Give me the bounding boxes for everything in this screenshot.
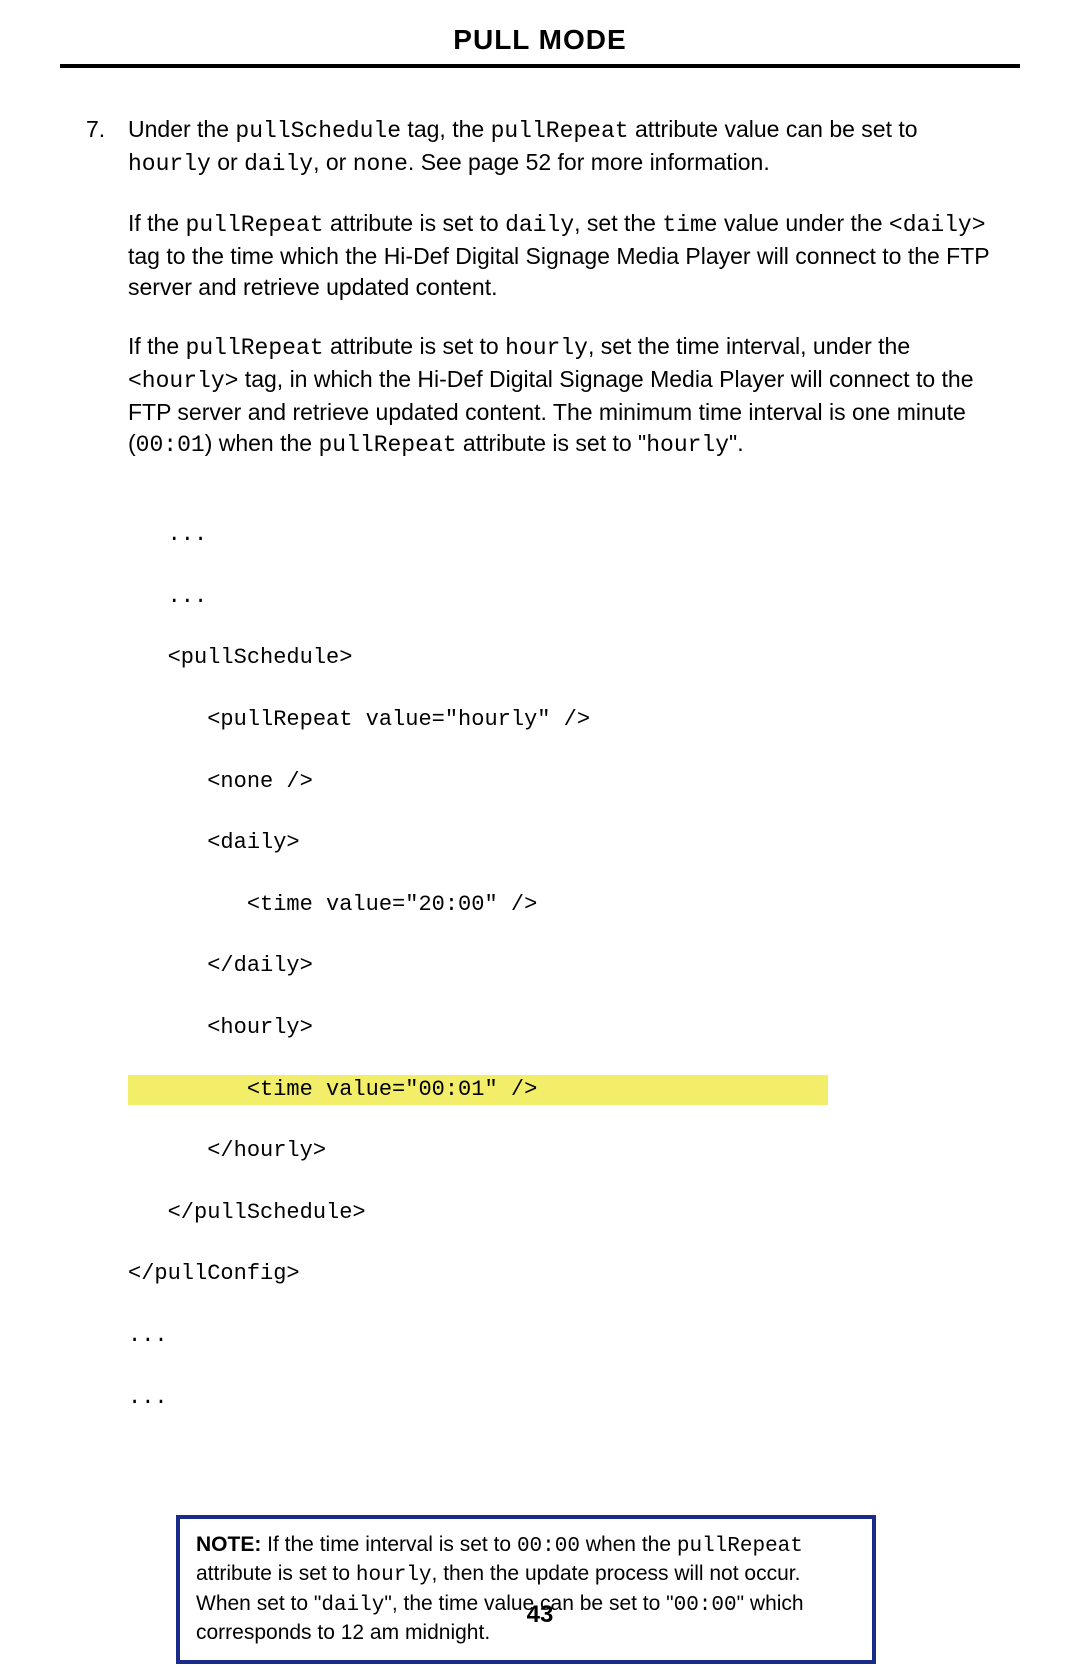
text: attribute value can be set to (629, 116, 918, 142)
code-line: ... (128, 1383, 1000, 1414)
code-line: </daily> (128, 951, 1000, 982)
code-inline: time (662, 212, 717, 238)
code-inline: none (353, 151, 408, 177)
page-number: 43 (0, 1601, 1080, 1629)
text: when the (580, 1533, 677, 1556)
code-line: <daily> (128, 828, 1000, 859)
text: value under the (718, 210, 889, 236)
text: ". (729, 430, 744, 456)
code-inline: 00:00 (517, 1535, 580, 1558)
code-inline: pullRepeat (318, 432, 456, 458)
text: tag, the (401, 116, 491, 142)
code-line: </hourly> (128, 1136, 1000, 1167)
text: attribute is set to (324, 333, 506, 359)
code-inline: hourly (505, 335, 588, 361)
code-line: ... (128, 520, 1000, 551)
code-inline: <hourly> (128, 368, 238, 394)
text: If the time interval is set to (261, 1533, 517, 1556)
code-inline: hourly (128, 151, 211, 177)
note-box: NOTE: If the time interval is set to 00:… (176, 1515, 876, 1664)
text: or (211, 149, 244, 175)
code-line: </pullConfig> (128, 1259, 1000, 1290)
text: attribute is set to " (457, 430, 647, 456)
header-rule (60, 64, 1020, 68)
text: , set the (574, 210, 662, 236)
text: ) when the (205, 430, 319, 456)
code-inline: daily (244, 151, 313, 177)
code-line: ... (128, 582, 1000, 613)
text: , set the time interval, under the (588, 333, 910, 359)
code-line: <pullRepeat value="hourly" /> (128, 705, 1000, 736)
code-inline: hourly (356, 1564, 432, 1587)
code-inline: pullRepeat (186, 335, 324, 361)
code-line: <time value="20:00" /> (128, 890, 1000, 921)
code-line: <hourly> (128, 1013, 1000, 1044)
code-inline: pullSchedule (235, 118, 401, 144)
text: If the (128, 333, 186, 359)
text: attribute is set to (324, 210, 506, 236)
text: Under the (128, 116, 235, 142)
text: . See page 52 for more information. (408, 149, 770, 175)
text: tag to the time which the Hi-Def Digital… (128, 243, 989, 300)
code-line: </pullSchedule> (128, 1198, 1000, 1229)
note-label: NOTE: (196, 1533, 261, 1556)
code-inline: hourly (646, 432, 729, 458)
code-line-highlight: <time value="00:01" /> (128, 1075, 828, 1106)
code-inline: pullRepeat (677, 1535, 803, 1558)
code-line: <none /> (128, 767, 1000, 798)
code-line: ... (128, 1321, 1000, 1352)
paragraph-daily: If the pullRepeat attribute is set to da… (128, 208, 1000, 303)
code-inline: 00:01 (136, 432, 205, 458)
code-inline: pullRepeat (186, 212, 324, 238)
code-inline: daily (505, 212, 574, 238)
text: attribute is set to (196, 1562, 356, 1585)
step-body: Under the pullSchedule tag, the pullRepe… (128, 114, 1000, 180)
paragraph-hourly: If the pullRepeat attribute is set to ho… (128, 331, 1000, 461)
step-7: 7. Under the pullSchedule tag, the pullR… (80, 114, 1000, 180)
code-inline: pullRepeat (491, 118, 629, 144)
text: , or (313, 149, 353, 175)
code-line: <pullSchedule> (128, 643, 1000, 674)
page-header: PULL MODE (60, 24, 1020, 64)
code-inline: <daily> (889, 212, 986, 238)
step-number: 7. (80, 114, 128, 180)
code-block: ... ... <pullSchedule> <pullRepeat value… (128, 489, 1000, 1475)
text: If the (128, 210, 186, 236)
